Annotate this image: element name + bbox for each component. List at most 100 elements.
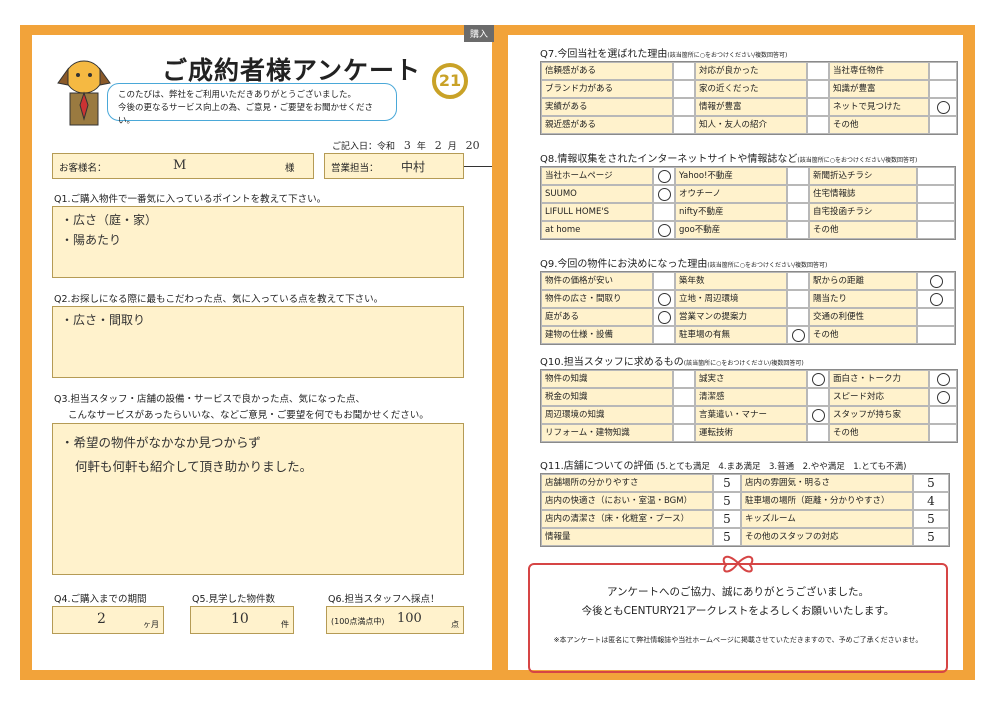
option-checkbox[interactable] [787,308,809,326]
option-checkbox[interactable] [807,424,829,442]
q2-answer-line: ・広さ・間取り [61,313,146,327]
option-label: SUUMO [541,185,653,203]
rating-value[interactable]: 5 [713,510,741,528]
option-checkbox[interactable] [653,326,675,344]
option-checkbox[interactable] [673,370,695,388]
circle-mark-icon [657,187,671,201]
option-checkbox[interactable] [929,388,957,406]
rating-value[interactable]: 5 [913,474,949,492]
option-checkbox[interactable] [917,167,955,185]
option-checkbox[interactable] [673,424,695,442]
q1-answer-line: ・陽あたり [61,233,122,247]
option-checkbox[interactable] [929,406,957,424]
circle-mark-icon [929,292,943,306]
option-checkbox[interactable] [787,167,809,185]
option-checkbox[interactable] [673,80,695,98]
rating-item-label: その他のスタッフの対応 [741,528,913,546]
q6-question: Q6.担当スタッフへ採点！ [328,594,440,605]
option-label: 駅からの距離 [809,272,917,290]
option-checkbox[interactable] [929,62,957,80]
option-label: 交通の利便性 [809,308,917,326]
q4-answer-box: 2 ヶ月 [52,606,164,634]
option-checkbox[interactable] [673,62,695,80]
option-checkbox[interactable] [673,406,695,424]
q3-question: こんなサービスがあったらいいな、などご意見・ご要望を何でもお聞かせください。 [68,410,429,421]
rating-item-label: 店舗場所の分かりやすさ [541,474,713,492]
option-checkbox[interactable] [653,203,675,221]
option-checkbox[interactable] [917,221,955,239]
customer-name-field: お客様名： M 様 [52,153,314,179]
rating-value[interactable]: 5 [713,492,741,510]
rating-value[interactable]: 5 [913,510,949,528]
option-label: 情報が豊富 [695,98,807,116]
circle-mark-icon [657,223,671,237]
option-checkbox[interactable] [653,308,675,326]
q6-answer-box: (100点満点中) 100 点 [326,606,464,634]
option-checkbox[interactable] [807,62,829,80]
q5-value: 10 [231,611,249,627]
option-checkbox[interactable] [917,272,955,290]
rating-item-label: 駐車場の場所（距離・分かりやすさ） [741,492,913,510]
rating-item-label: 店内の清潔さ（床・化粧室・ブース） [541,510,713,528]
option-checkbox[interactable] [929,80,957,98]
q7-title: Q7.今回当社を選ばれた理由(該当箇所に○をおつけください/複数回答可) [540,45,787,60]
date-label: ご記入日：令和 [332,142,396,152]
option-checkbox[interactable] [917,203,955,221]
q2-question: Q2.お探しになる際に最もこだわった点、気に入っている点を教えて下さい。 [54,294,384,305]
option-label: 営業マンの提案力 [675,308,787,326]
option-checkbox[interactable] [929,98,957,116]
rating-item-label: 情報量 [541,528,713,546]
option-checkbox[interactable] [653,290,675,308]
rating-value[interactable]: 5 [913,528,949,546]
circle-mark-icon [657,292,671,306]
option-checkbox[interactable] [673,98,695,116]
option-label: 当社専任物件 [829,62,929,80]
date-month-unit: 月 [447,142,457,152]
option-label: 言葉遣い・マナー [695,406,807,424]
option-checkbox[interactable] [653,221,675,239]
option-checkbox[interactable] [787,185,809,203]
q6-unit: 点 [451,620,459,629]
q5-question: Q5.見学した物件数 [192,594,276,605]
option-checkbox[interactable] [787,203,809,221]
option-label: 誠実さ [695,370,807,388]
option-checkbox[interactable] [787,221,809,239]
option-checkbox[interactable] [917,308,955,326]
option-checkbox[interactable] [807,116,829,134]
q11-title-text: Q11.店舗についての評価 [540,461,654,472]
option-checkbox[interactable] [929,370,957,388]
option-label: その他 [809,221,917,239]
option-checkbox[interactable] [917,185,955,203]
option-checkbox[interactable] [807,98,829,116]
option-checkbox[interactable] [807,80,829,98]
option-checkbox[interactable] [787,290,809,308]
right-page: Q7.今回当社を選ばれた理由(該当箇所に○をおつけください/複数回答可) 信頼感… [508,35,963,673]
customer-name-suffix: 様 [285,163,295,174]
option-checkbox[interactable] [653,167,675,185]
option-checkbox[interactable] [787,326,809,344]
option-checkbox[interactable] [807,388,829,406]
option-label: 陽当たり [809,290,917,308]
option-checkbox[interactable] [807,406,829,424]
option-checkbox[interactable] [917,326,955,344]
q8-title-text: Q8.情報収集をされたインターネットサイトや情報誌など [540,154,798,165]
rating-value[interactable]: 5 [713,474,741,492]
option-checkbox[interactable] [917,290,955,308]
option-checkbox[interactable] [807,370,829,388]
rating-value[interactable]: 5 [713,528,741,546]
option-checkbox[interactable] [673,388,695,406]
rating-value[interactable]: 4 [913,492,949,510]
option-checkbox[interactable] [929,424,957,442]
dog-mascot-icon [57,60,111,126]
option-label: 清潔感 [695,388,807,406]
option-checkbox[interactable] [653,272,675,290]
date-year-unit: 年 [416,142,426,152]
option-checkbox[interactable] [673,116,695,134]
option-checkbox[interactable] [787,272,809,290]
q1-answer-line: ・広さ（庭・家） [61,213,158,227]
option-label: 知識が豊富 [829,80,929,98]
option-label: ネットで見つけた [829,98,929,116]
option-checkbox[interactable] [929,116,957,134]
option-label: 立地・周辺環境 [675,290,787,308]
option-checkbox[interactable] [653,185,675,203]
